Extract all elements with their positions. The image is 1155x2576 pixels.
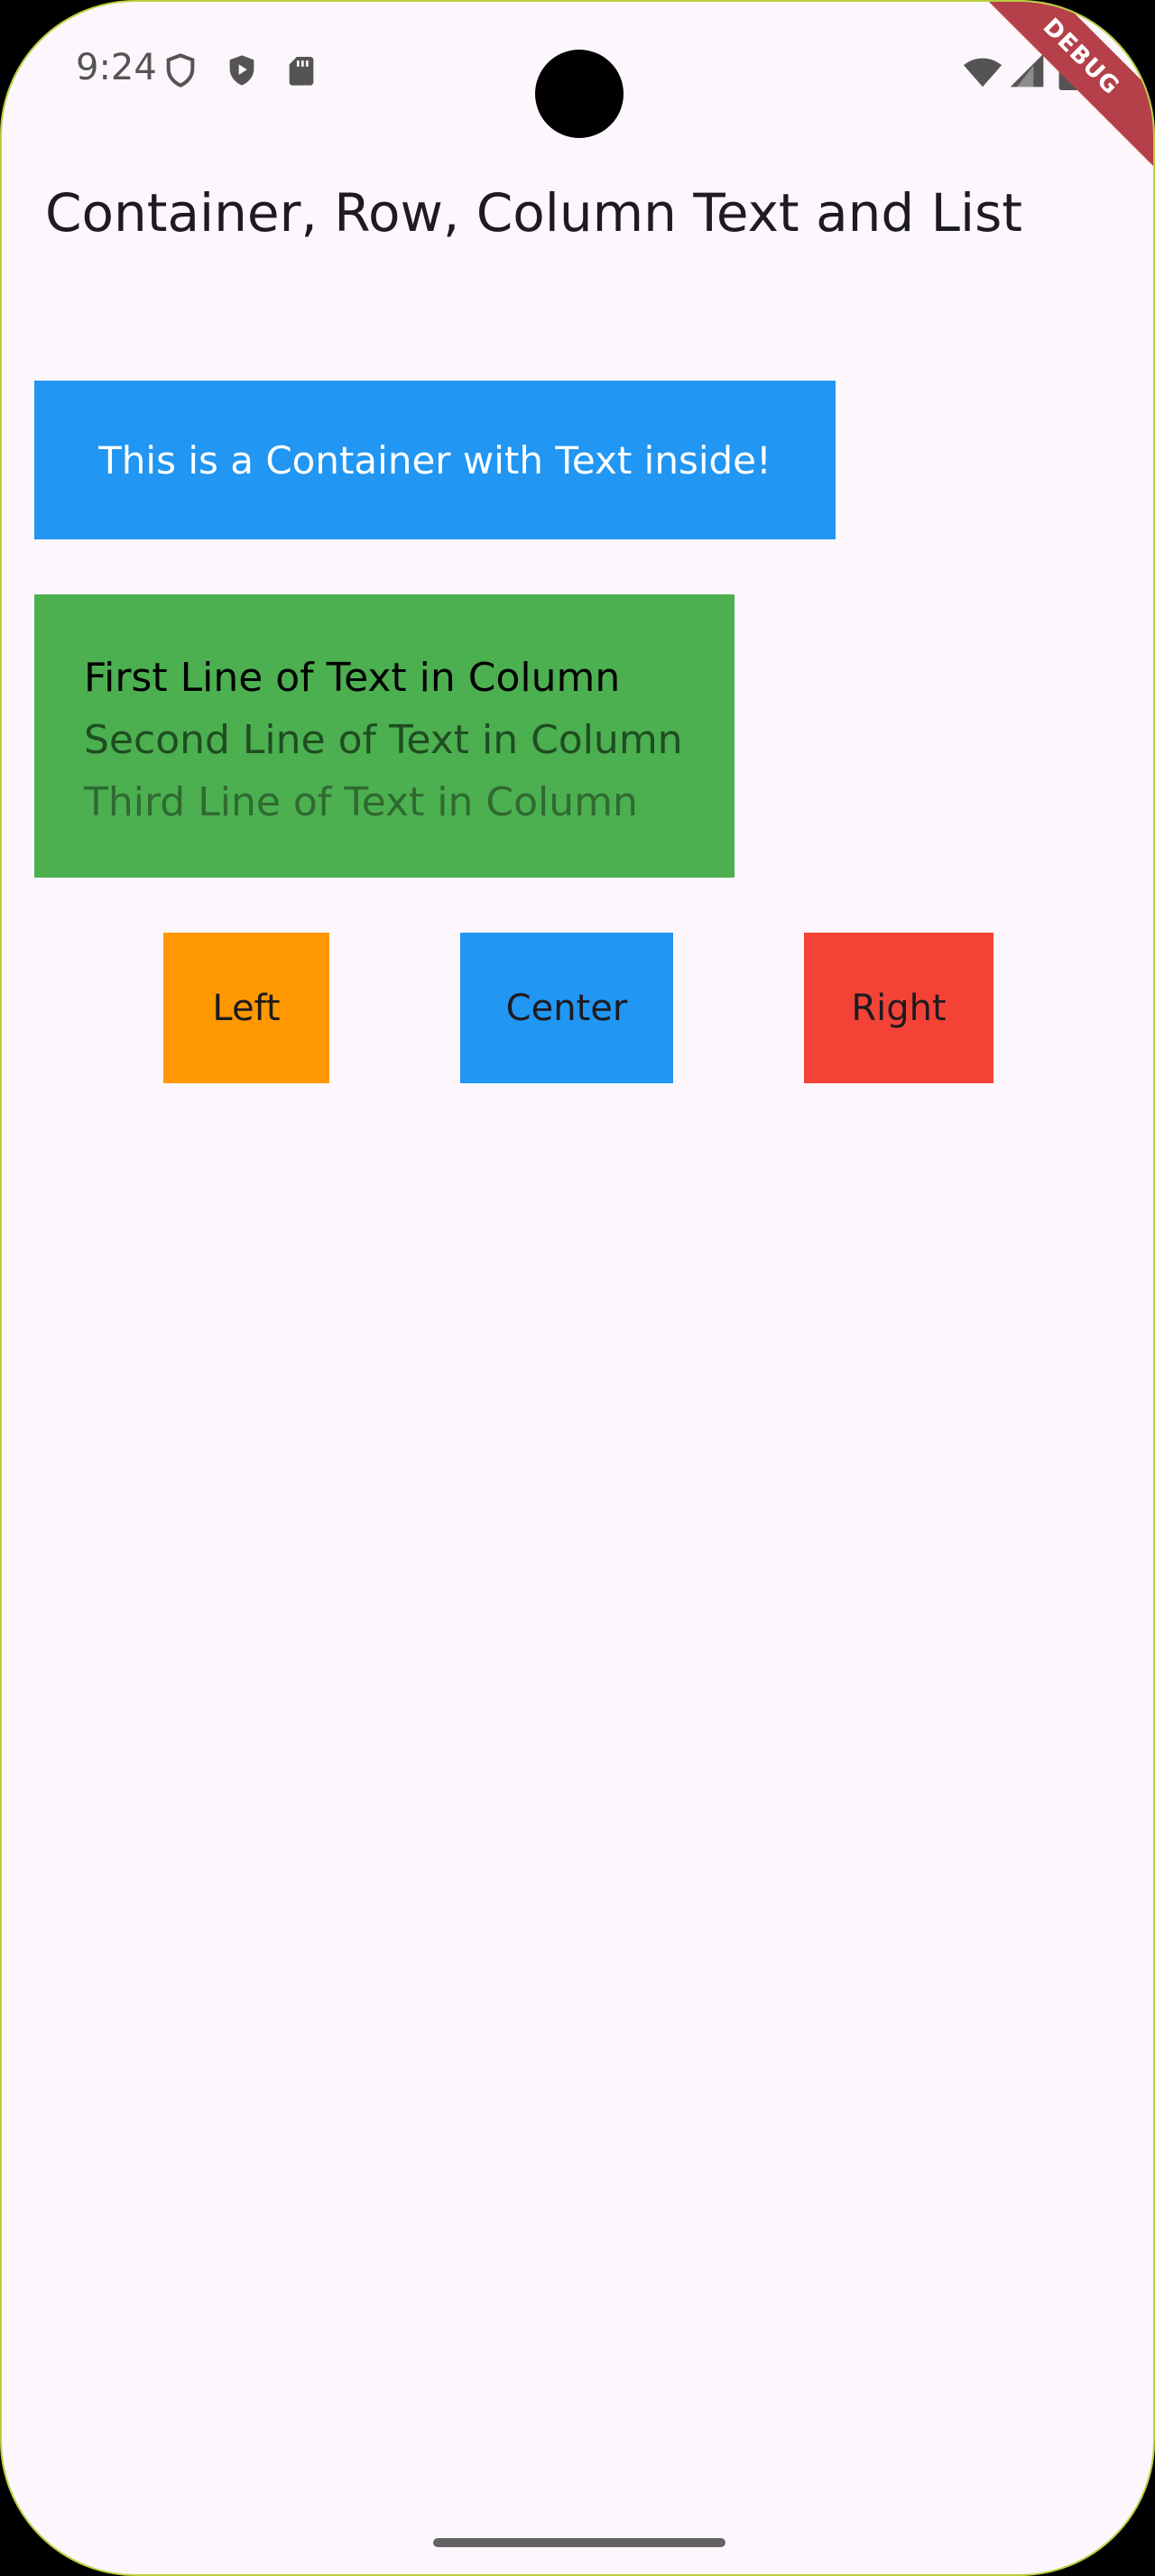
- status-time: 9:24: [76, 47, 157, 88]
- wifi-icon: [962, 51, 1003, 92]
- column-line-second: Second Line of Text in Column: [84, 717, 683, 763]
- text-container: This is a Container with Text inside!: [34, 381, 836, 539]
- row-box-left: Left: [163, 933, 329, 1083]
- shield-icon: [162, 52, 199, 88]
- column-line-third: Third Line of Text in Column: [84, 779, 638, 825]
- row-label-center: Center: [505, 987, 628, 1029]
- text-column: First Line of Text in Column Second Line…: [34, 594, 735, 878]
- row-label-right: Right: [851, 987, 947, 1029]
- gesture-nav-handle[interactable]: [433, 2538, 725, 2547]
- row-box-center: Center: [460, 933, 673, 1083]
- signal-icon: [1007, 51, 1047, 90]
- sd-card-icon: [283, 52, 319, 88]
- app-bar-title: Container, Row, Column Text and List: [45, 182, 1023, 244]
- row-label-left: Left: [212, 987, 281, 1029]
- play-protect-icon: [224, 52, 260, 88]
- row-box-right: Right: [804, 933, 993, 1083]
- container-text: This is a Container with Text inside!: [98, 437, 772, 483]
- camera-cutout: [535, 50, 624, 138]
- phone-screen: 9:24 DEBUG Container, Row, Column Text a…: [0, 0, 1155, 2576]
- column-line-first: First Line of Text in Column: [84, 655, 621, 701]
